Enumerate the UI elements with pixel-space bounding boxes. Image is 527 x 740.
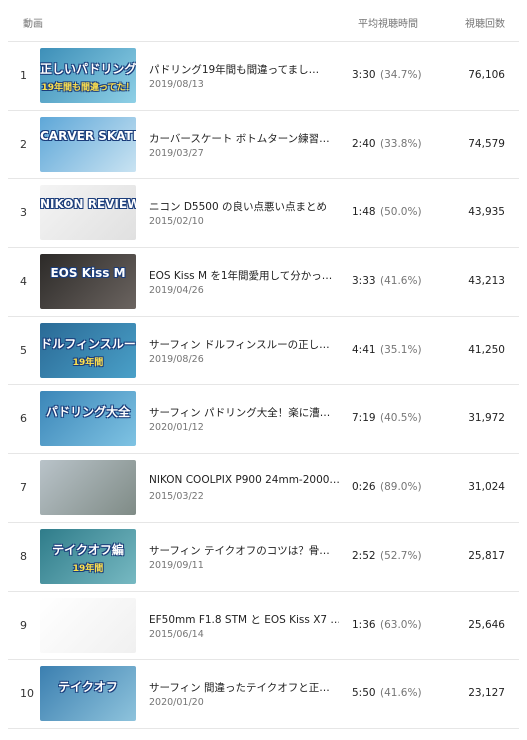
table-row[interactable]: 4 EOS Kiss M EOS Kiss M を1年間愛用して分かっ… 2019/0… [8, 248, 519, 317]
thumbnail-caption: テイクオフ編 [52, 542, 124, 557]
avg-view-duration: 3:30 [352, 69, 376, 81]
top-videos-table: 動画 平均視聴時間 視聴回数 1 正しいパドリング 19年間も間違ってた！ パドリング… [0, 0, 527, 740]
video-title[interactable]: カーバースケート ボトムターン練習… [149, 131, 339, 146]
column-header-avg-duration[interactable]: 平均視聴時間 [358, 15, 418, 30]
column-header-video[interactable]: 動画 [23, 15, 43, 30]
table-row[interactable]: 5 ドルフィンスルー 19年間 サーフィン ドルフィンスルーの正し… 2019/08/2… [8, 317, 519, 386]
video-thumbnail[interactable] [40, 597, 136, 653]
row-rank: 2 [20, 137, 27, 151]
thumbnail-caption: テイクオフ [58, 680, 118, 695]
video-thumbnail[interactable] [40, 460, 136, 516]
view-count: 74,579 [468, 137, 505, 150]
avg-view-percentage: (41.6%) [380, 275, 422, 288]
video-title[interactable]: EF50mm F1.8 STM と EOS Kiss X7 … [149, 612, 339, 627]
avg-view-percentage: (52.7%) [380, 549, 422, 562]
table-row[interactable]: 7 NIKON COOLPIX P900 24mm-2000… 2015/03/22… [8, 454, 519, 523]
row-rank: 5 [20, 343, 27, 357]
view-count: 25,817 [468, 549, 505, 562]
video-date: 2015/02/10 [149, 216, 204, 228]
view-count: 41,250 [468, 343, 505, 356]
row-rank: 1 [20, 69, 27, 82]
table-row[interactable]: 1 正しいパドリング 19年間も間違ってた！ パドリング19年間も間違ってまし… 201… [8, 42, 519, 111]
video-date: 2015/03/22 [149, 491, 204, 503]
avg-view-percentage: (89.0%) [380, 481, 422, 494]
row-rank: 7 [20, 481, 27, 495]
video-date: 2019/03/27 [149, 147, 204, 159]
thumbnail-subcaption: 19年間 [72, 357, 104, 368]
table-body: 1 正しいパドリング 19年間も間違ってた！ パドリング19年間も間違ってまし… 201… [8, 42, 519, 729]
avg-view-percentage: (40.5%) [380, 412, 422, 425]
thumbnail-caption: ドルフィンスルー [40, 336, 136, 351]
row-rank: 4 [20, 275, 27, 289]
thumbnail-subcaption: 19年間も間違ってた！ [41, 83, 135, 93]
table-row[interactable]: 10 テイクオフ サーフィン 間違ったテイクオフと正… 2020/01/20 5:50 (… [8, 660, 519, 729]
thumbnail-caption: CARVER SKATE [40, 128, 136, 143]
thumbnail-caption: 正しいパドリング [40, 62, 136, 76]
video-thumbnail[interactable]: テイクオフ編 19年間 [40, 528, 136, 584]
video-thumbnail[interactable]: テイクオフ [40, 666, 136, 722]
row-rank: 10 [20, 687, 34, 701]
video-title[interactable]: ニコン D5500 の良い点悪い点まとめ [149, 199, 339, 214]
row-rank: 6 [20, 412, 27, 426]
thumbnail-caption: EOS Kiss M [50, 266, 126, 281]
video-date: 2019/04/26 [149, 285, 204, 297]
video-title[interactable]: サーフィン 間違ったテイクオフと正… [149, 680, 339, 695]
view-count: 23,127 [468, 687, 505, 700]
video-date: 2019/08/26 [149, 353, 204, 365]
view-count: 76,106 [468, 69, 505, 81]
avg-view-duration: 2:52 [352, 549, 376, 562]
avg-view-duration: 1:36 [352, 618, 376, 631]
video-thumbnail[interactable]: CARVER SKATE [40, 116, 136, 172]
column-header-views[interactable]: 視聴回数 [465, 15, 505, 30]
row-rank: 9 [20, 618, 27, 632]
video-title[interactable]: EOS Kiss M を1年間愛用して分かっ… [149, 268, 339, 283]
avg-view-percentage: (34.7%) [380, 69, 422, 81]
avg-view-percentage: (50.0%) [380, 206, 422, 219]
view-count: 43,935 [468, 206, 505, 219]
video-thumbnail[interactable]: EOS Kiss M [40, 254, 136, 310]
video-title[interactable]: サーフィン パドリング大全！楽に漕… [149, 405, 339, 420]
thumbnail-subcaption: 19年間 [72, 563, 104, 574]
avg-view-percentage: (35.1%) [380, 343, 422, 356]
view-count: 43,213 [468, 275, 505, 288]
avg-view-duration: 7:19 [352, 412, 376, 425]
row-rank: 8 [20, 549, 27, 563]
avg-view-percentage: (63.0%) [380, 618, 422, 631]
video-date: 2020/01/20 [149, 697, 204, 709]
video-thumbnail[interactable]: 正しいパドリング 19年間も間違ってた！ [40, 48, 136, 103]
avg-view-percentage: (33.8%) [380, 137, 422, 150]
avg-view-duration: 0:26 [352, 481, 376, 494]
row-rank: 3 [20, 206, 27, 220]
video-thumbnail[interactable]: パドリング大全 [40, 391, 136, 447]
avg-view-duration: 1:48 [352, 206, 376, 219]
video-date: 2019/09/11 [149, 559, 204, 571]
table-row[interactable]: 2 CARVER SKATE カーバースケート ボトムターン練習… 2019/03/2… [8, 111, 519, 180]
video-title[interactable]: サーフィン ドルフィンスルーの正し… [149, 337, 339, 352]
video-title[interactable]: サーフィン テイクオフのコツは？骨… [149, 543, 339, 558]
table-row[interactable]: 9 EF50mm F1.8 STM と EOS Kiss X7 … 2015/06/… [8, 592, 519, 661]
video-date: 2019/08/13 [149, 79, 204, 90]
view-count: 31,024 [468, 481, 505, 494]
table-header: 動画 平均視聴時間 視聴回数 [8, 0, 519, 42]
view-count: 31,972 [468, 412, 505, 425]
video-thumbnail[interactable]: ドルフィンスルー 19年間 [40, 322, 136, 378]
avg-view-percentage: (41.6%) [380, 687, 422, 700]
table-row[interactable]: 3 NIKON REVIEW ニコン D5500 の良い点悪い点まとめ 2015/02… [8, 179, 519, 249]
video-date: 2015/06/14 [149, 628, 204, 640]
view-count: 25,646 [468, 618, 505, 631]
table-row[interactable]: 8 テイクオフ編 19年間 サーフィン テイクオフのコツは？骨… 2019/09/11 2… [8, 523, 519, 592]
video-title[interactable]: パドリング19年間も間違ってまし… [149, 62, 339, 77]
avg-view-duration: 5:50 [352, 687, 376, 700]
thumbnail-caption: パドリング大全 [45, 405, 131, 420]
video-date: 2020/01/12 [149, 422, 204, 434]
avg-view-duration: 3:33 [352, 275, 376, 288]
thumbnail-caption: NIKON REVIEW [40, 197, 136, 212]
avg-view-duration: 4:41 [352, 343, 376, 356]
avg-view-duration: 2:40 [352, 137, 376, 150]
table-row[interactable]: 6 パドリング大全 サーフィン パドリング大全！楽に漕… 2020/01/12 7:19… [8, 385, 519, 455]
video-thumbnail[interactable]: NIKON REVIEW [40, 185, 136, 241]
video-title[interactable]: NIKON COOLPIX P900 24mm-2000… [149, 474, 339, 486]
